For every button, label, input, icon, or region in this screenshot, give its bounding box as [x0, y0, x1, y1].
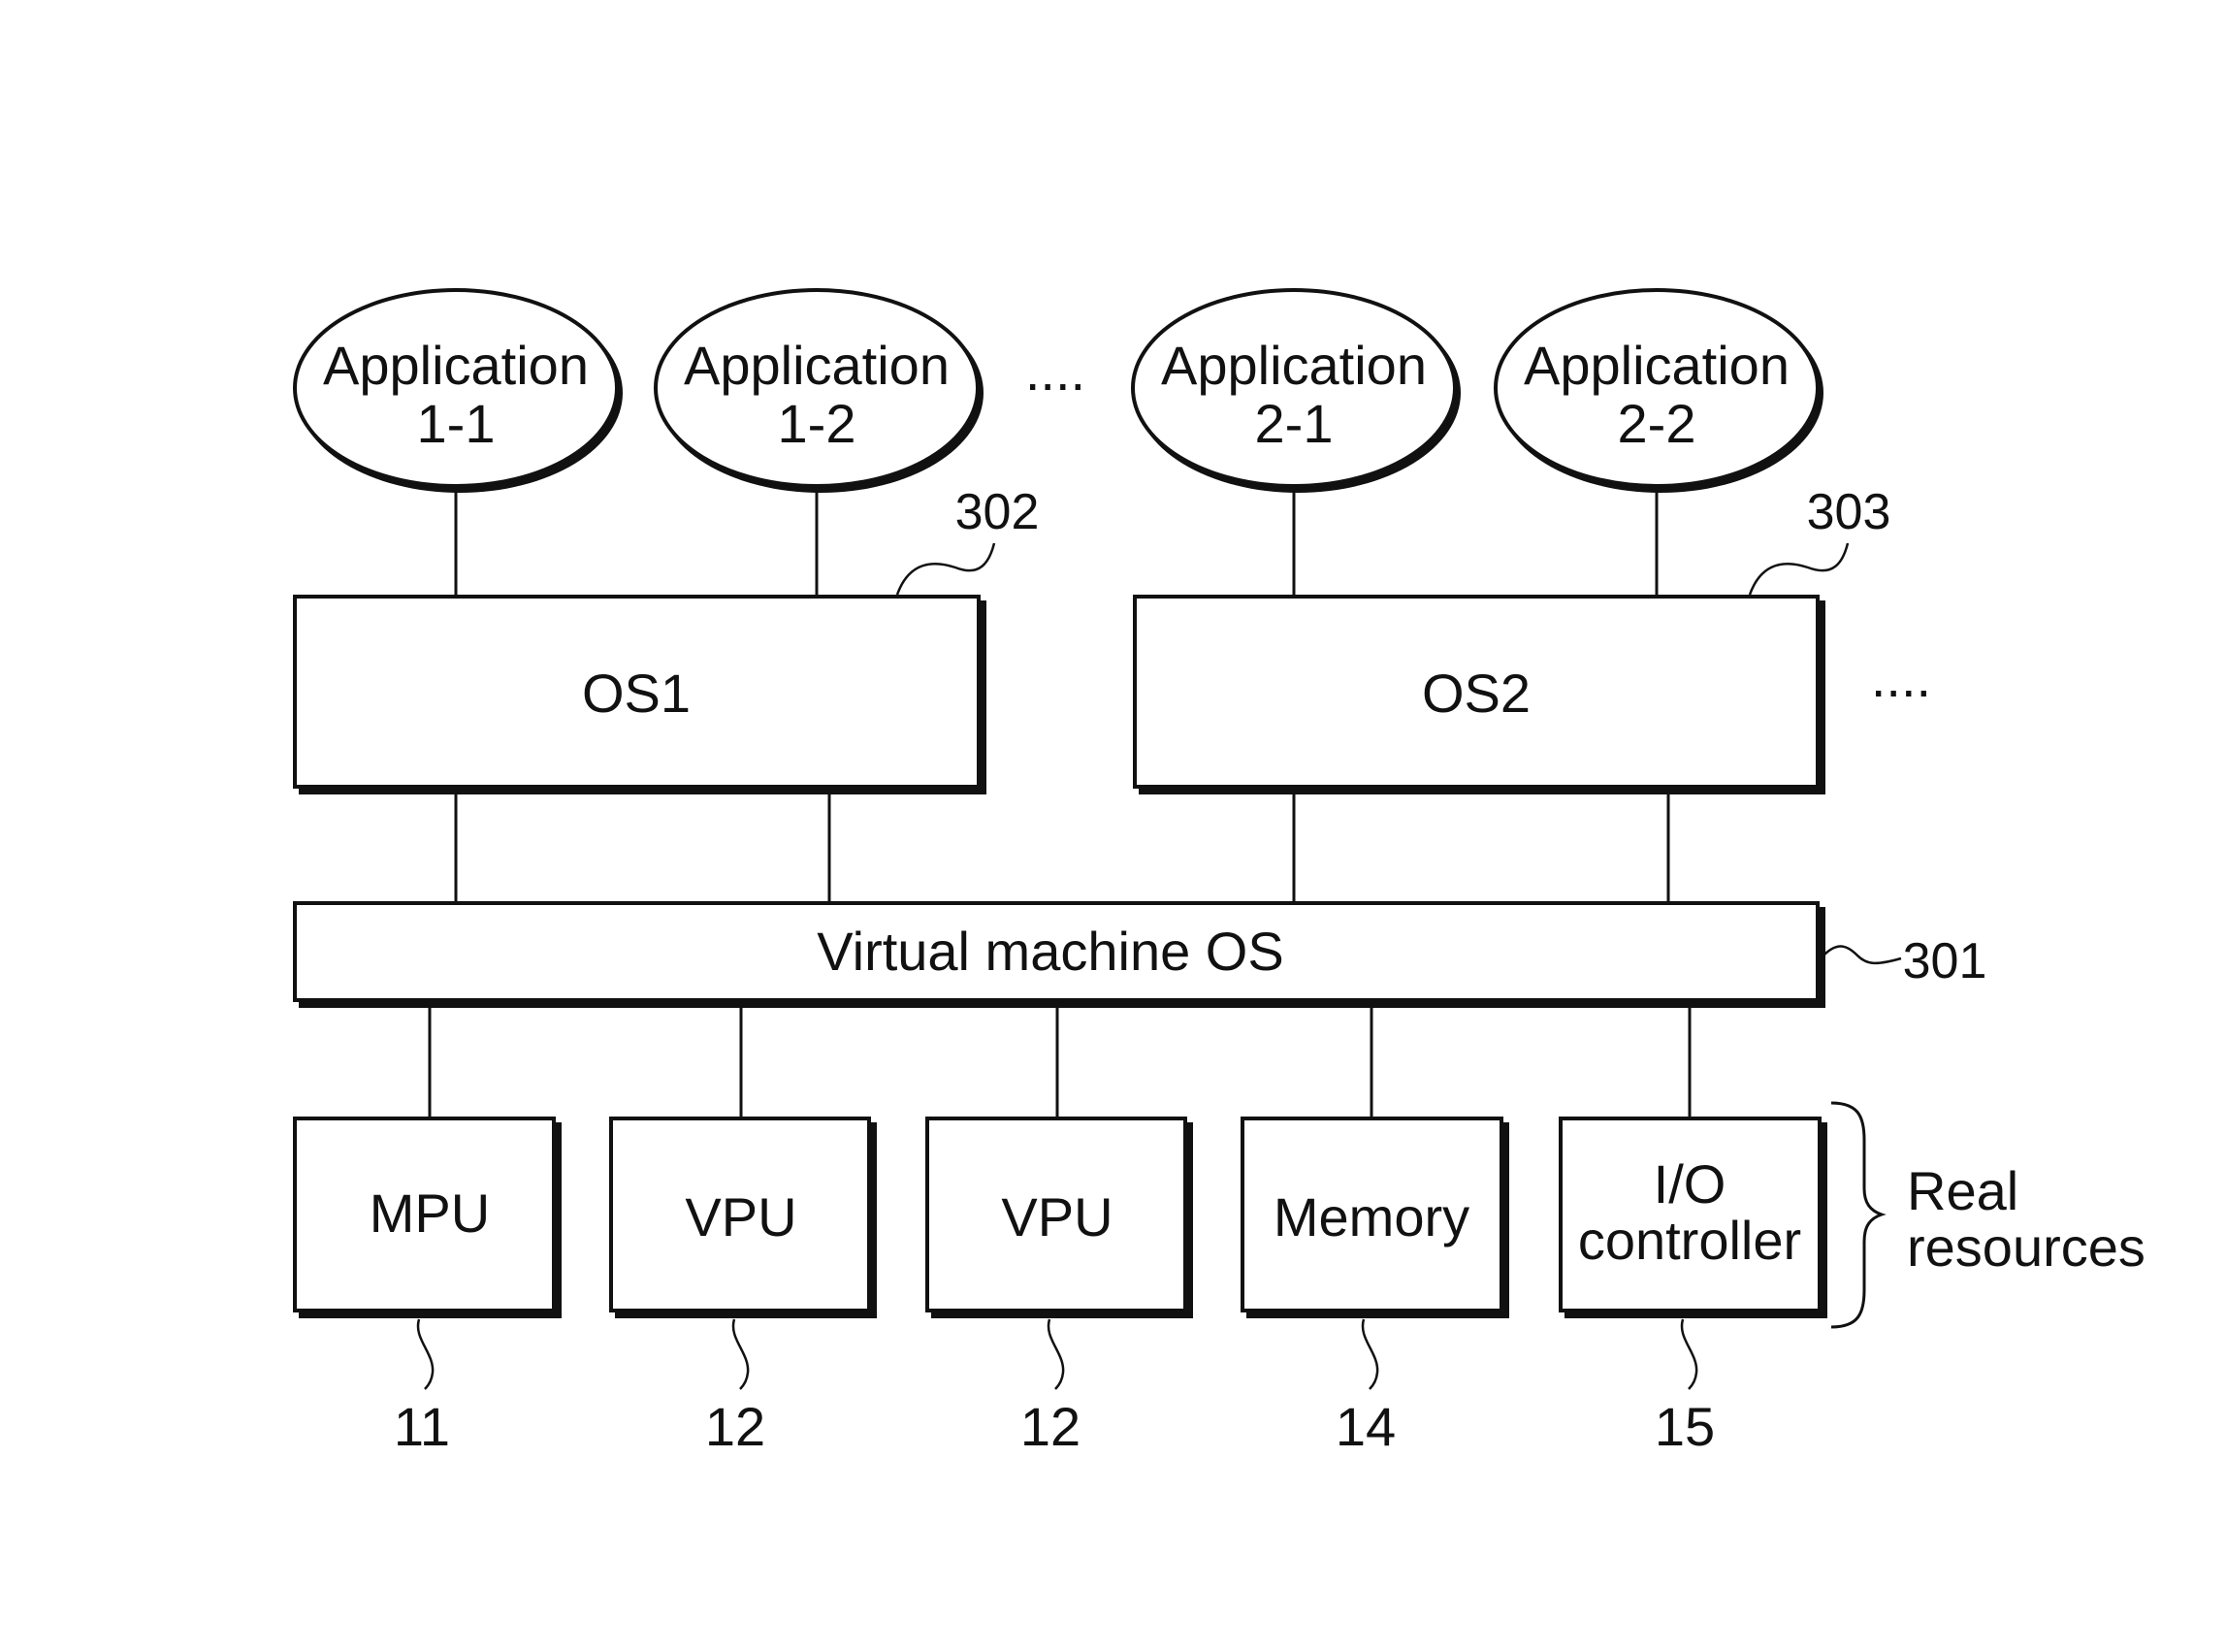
ref-number-302: 302: [955, 484, 1040, 540]
real-resources-label-line1: Real: [1907, 1160, 2018, 1221]
ref-leader-12b: [1047, 1318, 1065, 1390]
application-label-line1: Application: [323, 335, 589, 396]
real-resources-brace: [1830, 1101, 1887, 1329]
architecture-diagram: Application 1-1 Application 1-2 .... App…: [293, 288, 2145, 1457]
resource-label-line2: controller: [1578, 1210, 1801, 1271]
resource-label: Memory: [1274, 1186, 1469, 1247]
resource-label: MPU: [370, 1182, 490, 1244]
application-label-line1: Application: [684, 335, 950, 396]
resource-io-controller: I/O controller: [1559, 1117, 1827, 1318]
ref-number-11: 11: [394, 1396, 450, 1457]
applications-ellipsis: ....: [1025, 340, 1085, 402]
resource-label-line1: I/O: [1654, 1153, 1726, 1215]
application-label-line2: 1-1: [417, 393, 496, 454]
real-resources-label-line2: resources: [1907, 1216, 2145, 1278]
os-label: OS1: [582, 663, 691, 724]
application-label-line2: 2-2: [1618, 393, 1696, 454]
ref-leader-11: [416, 1318, 435, 1390]
ref-number-15: 15: [1655, 1396, 1715, 1457]
resource-refs: 11 12 12 14 15: [394, 1318, 1715, 1457]
resource-memory: Memory: [1241, 1117, 1509, 1318]
resource-mpu: MPU: [293, 1117, 562, 1318]
os-label: OS2: [1422, 663, 1531, 724]
application-1-1: Application 1-1: [293, 288, 623, 493]
resource-vpu-1: VPU: [609, 1117, 877, 1318]
os-vm-connectors: [454, 791, 1670, 903]
application-2-1: Application 2-1: [1131, 288, 1461, 493]
application-label-line1: Application: [1161, 335, 1427, 396]
ref-leader-15: [1680, 1318, 1698, 1390]
ref-number-14: 14: [1336, 1396, 1396, 1457]
ref-leader-303: [1748, 542, 1850, 596]
resource-label: VPU: [1001, 1186, 1113, 1247]
os2-box: OS2: [1133, 595, 1825, 794]
os-ellipsis: ....: [1871, 647, 1931, 708]
application-label-line2: 1-2: [778, 393, 856, 454]
os1-box: OS1: [293, 595, 986, 794]
ref-leader-14: [1361, 1318, 1379, 1390]
ref-number-12a: 12: [705, 1396, 765, 1457]
vm-os-box: Virtual machine OS: [293, 901, 1825, 1008]
diagram-canvas: Application 1-1 Application 1-2 .... App…: [0, 0, 2226, 1652]
ref-number-12b: 12: [1020, 1396, 1081, 1457]
ref-leader-301: [1823, 945, 1902, 965]
vm-resource-connectors: [428, 1004, 1692, 1118]
ref-number-303: 303: [1807, 484, 1891, 540]
application-2-2: Application 2-2: [1494, 288, 1823, 493]
app-os-connectors: [454, 489, 1659, 597]
resource-vpu-2: VPU: [925, 1117, 1193, 1318]
ref-leader-302: [895, 542, 996, 596]
ref-number-301: 301: [1903, 933, 1987, 989]
ref-leader-12a: [731, 1318, 750, 1390]
application-1-2: Application 1-2: [654, 288, 984, 493]
application-label-line1: Application: [1524, 335, 1790, 396]
application-label-line2: 2-1: [1255, 393, 1334, 454]
vm-os-label: Virtual machine OS: [817, 921, 1283, 982]
resource-label: VPU: [685, 1186, 796, 1247]
